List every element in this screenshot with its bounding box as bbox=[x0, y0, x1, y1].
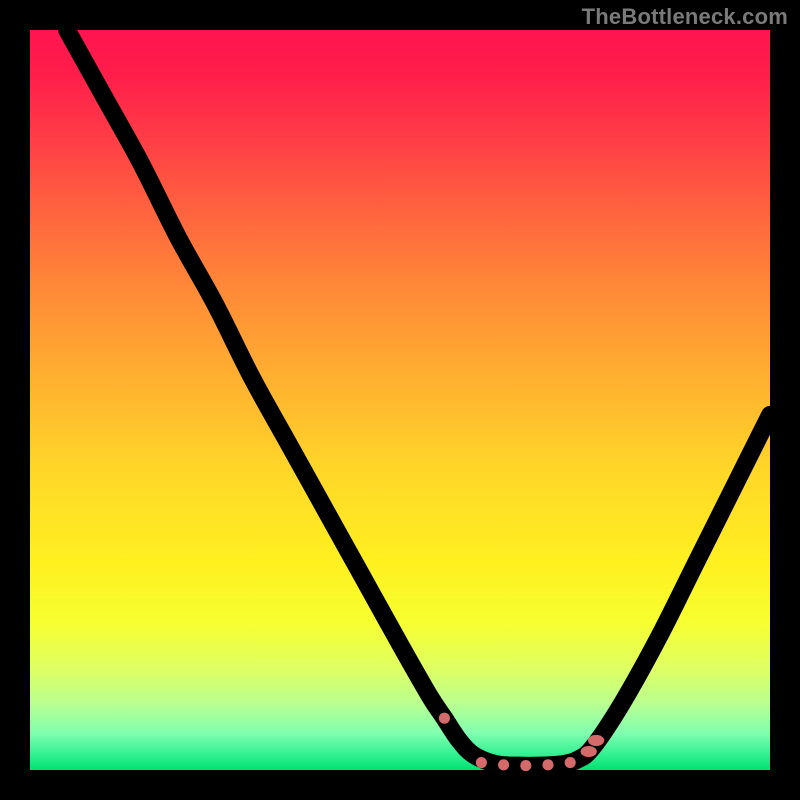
curve-marker bbox=[439, 713, 450, 724]
curve-svg bbox=[30, 30, 770, 770]
curve-marker bbox=[581, 746, 597, 757]
curve-marker bbox=[498, 759, 509, 770]
curve-marker bbox=[520, 760, 531, 771]
chart-frame: TheBottleneck.com bbox=[0, 0, 800, 800]
curve-marker bbox=[565, 757, 576, 768]
curve-marker bbox=[476, 757, 487, 768]
curve-marker bbox=[542, 759, 553, 770]
plot-area bbox=[30, 30, 770, 770]
curve-marker bbox=[588, 735, 604, 746]
bottleneck-curve-line bbox=[67, 30, 770, 766]
watermark-text: TheBottleneck.com bbox=[582, 4, 788, 30]
